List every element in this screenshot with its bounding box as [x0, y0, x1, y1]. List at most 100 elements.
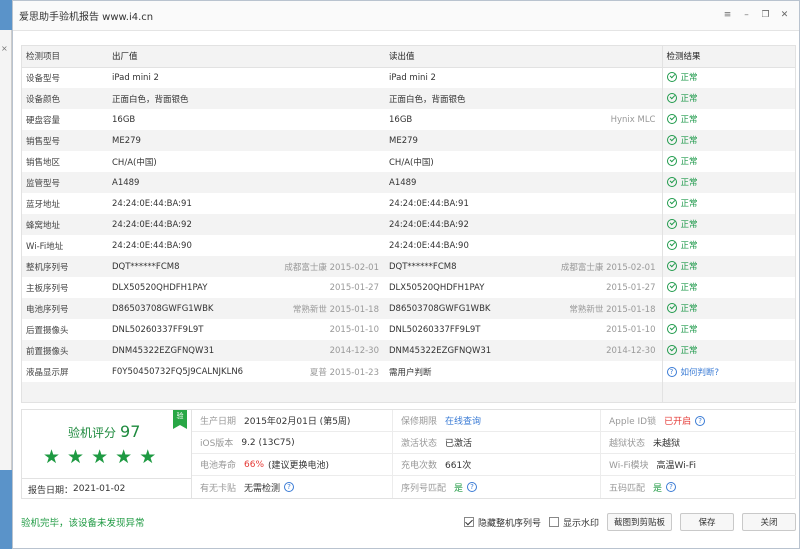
help-icon[interactable]: ?: [467, 482, 478, 492]
cell-read: 需用户判断: [385, 361, 662, 382]
check-circle-icon: [666, 302, 677, 313]
result-text[interactable]: 如何判断?: [681, 366, 720, 378]
table-row: 整机序列号 DQT******FCM8 成都富士康 2015-02-01 DQT***…: [22, 256, 795, 277]
table-row: 蓝牙地址 24:24:0E:44:BA:91 24:24:0E:44:BA:91 正常: [22, 193, 795, 214]
report-date-value: 2021-01-02: [73, 484, 126, 494]
info-row: 生产日期 2015年02月01日 (第5周) 保修期限 在线查询 Apple ID锁 已开…: [192, 410, 796, 432]
result-ok: 正常: [666, 155, 698, 167]
factory-value: 24:24:0E:44:BA:90: [112, 240, 192, 251]
cell-read: A1489: [385, 172, 662, 193]
read-value: DLX50520QHDFH1PAY: [389, 282, 485, 293]
cell-factory: DNM45322EZGFNQW31 2014-12-30: [108, 340, 385, 361]
cell-factory: iPad mini 2: [108, 67, 385, 88]
info-label: 保修期限: [401, 417, 438, 427]
factory-note: 夏普 2015-01-23: [309, 367, 379, 378]
info-label: 电池寿命: [200, 461, 237, 471]
cell-item: 设备颜色: [22, 88, 108, 109]
check-circle-icon: [666, 134, 677, 145]
restore-icon[interactable]: ❐: [761, 11, 770, 20]
cell-factory: DQT******FCM8 成都富士康 2015-02-01: [108, 256, 385, 277]
cell-read: DNL50260337FF9L9T 2015-01-10: [385, 319, 662, 340]
table-row: 销售型号 ME279 ME279 正常: [22, 130, 795, 151]
cell-read: CH/A(中国): [385, 151, 662, 172]
title-bar: 爱思助手验机报告 www.i4.cn ≡ – ❐ ✕: [13, 1, 799, 31]
table-row: Wi-Fi地址 24:24:0E:44:BA:90 24:24:0E:44:BA:9…: [22, 235, 795, 256]
table-row: 设备型号 iPad mini 2 iPad mini 2 正常: [22, 67, 795, 88]
cell-read: DQT******FCM8 成都富士康 2015-02-01: [385, 256, 662, 277]
result-ok: 正常: [666, 92, 698, 104]
footer-bar: 验机完毕，该设备未发现异常 隐藏整机序列号 显示水印 截图到剪贴板 保存 关闭: [21, 508, 796, 536]
check-circle-icon: [666, 92, 677, 103]
hide-serial-checkbox[interactable]: 隐藏整机序列号: [463, 516, 541, 529]
background-close-icon[interactable]: ×: [1, 44, 8, 53]
info-value: 未越狱: [653, 436, 680, 449]
result-text: 正常: [680, 198, 698, 209]
table-row: 主板序列号 DLX50520QHDFH1PAY 2015-01-27 DLX50520…: [22, 277, 795, 298]
cell-item: 设备型号: [22, 67, 108, 88]
cell-item: 主板序列号: [22, 277, 108, 298]
read-value: DNM45322EZGFNQW31: [389, 345, 492, 356]
info-label: 充电次数: [401, 461, 438, 471]
check-circle-icon: [666, 218, 677, 229]
help-icon[interactable]: ?: [666, 482, 677, 492]
factory-value: ME279: [112, 135, 141, 146]
checkbox-checked-icon[interactable]: [463, 517, 474, 527]
cell-read: 正面白色，背面银色: [385, 88, 662, 109]
read-value: ME279: [389, 135, 418, 146]
cell-item: 监管型号: [22, 172, 108, 193]
how-to-judge-link[interactable]: ? 如何判断?: [666, 366, 720, 378]
read-value: DNL50260337FF9L9T: [389, 324, 481, 335]
read-value: CH/A(中国): [389, 157, 434, 168]
help-icon[interactable]: ?: [284, 482, 295, 492]
help-icon[interactable]: ?: [695, 415, 706, 426]
cell-result: 正常: [661, 130, 795, 151]
factory-note: 2014-12-30: [329, 345, 379, 356]
info-label: Apple ID锁: [609, 417, 657, 427]
table-row: [22, 382, 795, 402]
info-value: 高温Wi-Fi: [656, 458, 695, 471]
cell-result: 正常: [661, 172, 795, 193]
watermark-checkbox[interactable]: 显示水印: [548, 516, 599, 529]
cell-read: [385, 382, 662, 402]
read-value: 需用户判断: [389, 367, 432, 378]
info-grid: 生产日期 2015年02月01日 (第5周) 保修期限 在线查询 Apple ID锁 已开…: [192, 410, 796, 499]
cell-read: 24:24:0E:44:BA:91: [385, 193, 662, 214]
read-note: 2015-01-27: [606, 282, 656, 293]
menu-icon[interactable]: ≡: [723, 11, 732, 20]
close-icon[interactable]: ✕: [780, 11, 789, 20]
result-ok: 正常: [666, 218, 698, 230]
info-cell: 充电次数 661次: [393, 454, 601, 475]
cell-result: 正常: [661, 298, 795, 319]
warranty-link[interactable]: 在线查询: [445, 414, 481, 427]
close-button[interactable]: 关闭: [742, 513, 796, 531]
info-value-text: 已激活: [445, 439, 473, 449]
factory-value: DNM45322EZGFNQW31: [112, 345, 215, 356]
cell-result: 正常: [661, 235, 795, 256]
info-cell: iOS版本 9.2 (13C75): [192, 432, 393, 453]
copy-screenshot-button[interactable]: 截图到剪贴板: [606, 513, 672, 531]
read-note: 2014-12-30: [606, 345, 656, 356]
checkbox-unchecked-icon[interactable]: [548, 517, 559, 527]
info-cell: Wi-Fi模块 高温Wi-Fi: [601, 454, 796, 475]
minimize-icon[interactable]: –: [742, 11, 751, 20]
info-value: 9.2 (13C75): [241, 438, 294, 448]
question-icon[interactable]: ?: [666, 366, 677, 377]
check-circle-icon: [666, 239, 677, 250]
save-button[interactable]: 保存: [680, 513, 734, 531]
info-value-text: 无需检测: [244, 483, 281, 494]
cell-read: ME279: [385, 130, 662, 151]
read-note: Hynix MLC: [610, 114, 656, 125]
cell-read: DLX50520QHDFH1PAY 2015-01-27: [385, 277, 662, 298]
factory-value: 16GB: [112, 114, 136, 125]
read-note: 成都富士康 2015-02-01: [560, 262, 656, 273]
table-row: 前置摄像头 DNM45322EZGFNQW31 2014-12-30 DNM45322…: [22, 340, 795, 361]
factory-value: A1489: [112, 177, 140, 188]
cell-factory: DLX50520QHDFH1PAY 2015-01-27: [108, 277, 385, 298]
info-value-text: 未越狱: [653, 439, 681, 449]
read-value: 24:24:0E:44:BA:90: [389, 240, 469, 251]
cell-read: DNM45322EZGFNQW31 2014-12-30: [385, 340, 662, 361]
table-row: 硬盘容量 16GB 16GB Hynix MLC 正常: [22, 109, 795, 130]
watermark-label: 显示水印: [562, 518, 599, 529]
window-controls: ≡ – ❐ ✕: [723, 11, 799, 20]
result-text: 正常: [680, 135, 698, 146]
